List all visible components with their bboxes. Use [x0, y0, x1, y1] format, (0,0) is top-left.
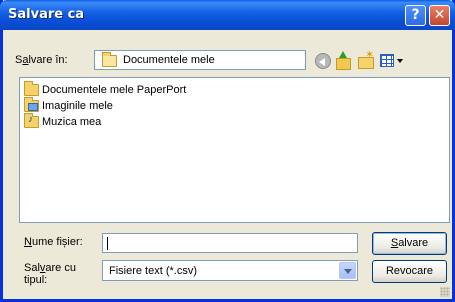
help-button[interactable]: ?	[405, 5, 426, 26]
save-in-value: Documentele mele	[123, 54, 215, 66]
list-item[interactable]: Muzica mea	[24, 113, 101, 130]
save-in-dropdown[interactable]: Documentele mele	[94, 50, 306, 70]
chevron-down-icon[interactable]	[339, 262, 356, 279]
save-in-label: Salvare în:	[15, 54, 68, 66]
up-folder-icon[interactable]	[334, 51, 352, 70]
text-caret	[107, 237, 108, 250]
list-item[interactable]: Documentele mele PaperPort	[24, 81, 186, 98]
music-folder-icon	[24, 113, 39, 128]
back-arrow-icon[interactable]	[315, 53, 331, 69]
save-button[interactable]: Salvare	[372, 232, 447, 255]
dialog-title: Salvare ca	[8, 7, 85, 22]
filename-label: Nume fișier:	[24, 236, 83, 248]
filetype-label: Salvare cu tipul:	[24, 262, 76, 286]
save-as-dialog: Salvare ca ? ✕ Salvare în: Documentele m…	[0, 0, 455, 302]
close-button[interactable]: ✕	[429, 5, 450, 26]
documents-folder-icon	[102, 52, 117, 67]
new-folder-icon[interactable]	[357, 48, 375, 70]
cancel-button[interactable]: Revocare	[372, 260, 447, 283]
title-bar[interactable]: Salvare ca ? ✕	[0, 0, 455, 30]
views-menu-icon[interactable]	[379, 52, 405, 70]
list-item[interactable]: Imaginile mele	[24, 97, 113, 114]
filetype-value: Fisiere text (*.csv)	[109, 265, 198, 277]
folder-icon	[24, 81, 39, 96]
pictures-folder-icon	[24, 97, 39, 112]
resize-grip[interactable]	[440, 287, 450, 297]
filename-input[interactable]	[102, 233, 358, 253]
file-list[interactable]: Documentele mele PaperPort Imaginile mel…	[19, 77, 450, 223]
filetype-dropdown[interactable]: Fisiere text (*.csv)	[102, 260, 358, 281]
